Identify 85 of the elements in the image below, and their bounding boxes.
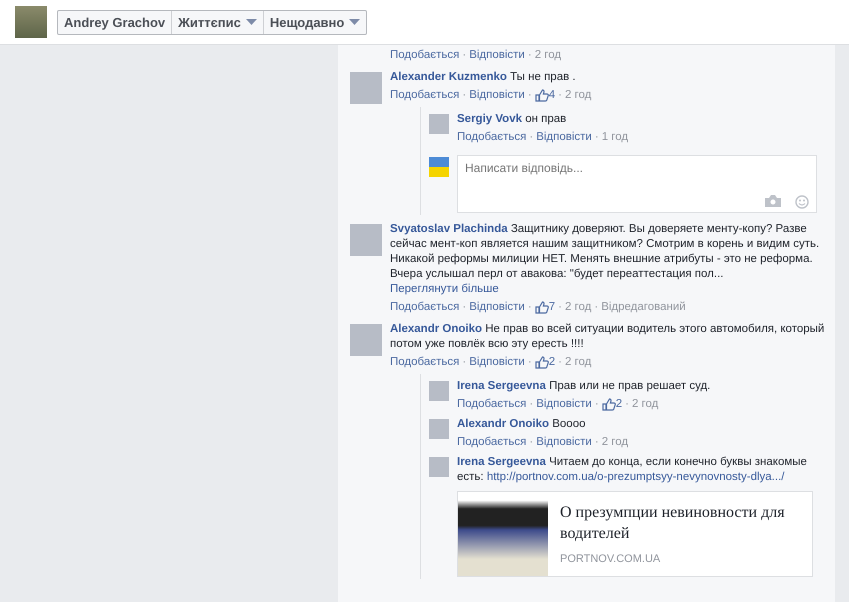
camera-icon[interactable] <box>765 195 781 207</box>
separator: · <box>528 48 532 63</box>
separator: · <box>558 300 562 315</box>
reply-link[interactable]: Відповісти <box>469 88 525 103</box>
comment-text: Alexandr Onoiko Boooo <box>457 417 586 432</box>
like-link[interactable]: Подобається <box>390 88 460 103</box>
reply-link[interactable]: Відповісти <box>469 48 525 63</box>
like-link[interactable]: Подобається <box>390 355 460 370</box>
see-more-link[interactable]: Переглянути більше <box>390 283 499 295</box>
profile-name-button[interactable]: Andrey Grachov <box>58 10 172 34</box>
author-link[interactable]: Irena Sergeevna <box>457 380 546 392</box>
comment-text: Sergiy Vovk он прав <box>457 112 568 127</box>
thumbs-up-icon[interactable] <box>534 356 549 369</box>
like-count[interactable]: 7 <box>548 300 556 315</box>
comment-text: Alexander Kuzmenko Ты не прав . <box>390 70 577 85</box>
caret-icon <box>246 19 257 25</box>
avatar-photo[interactable] <box>429 457 449 477</box>
like-count[interactable]: 2 <box>616 397 622 412</box>
like-count[interactable]: 4 <box>548 88 556 103</box>
separator: · <box>528 355 532 370</box>
reply-link[interactable]: Відповісти <box>536 397 592 412</box>
timestamp[interactable]: 2 год <box>564 300 592 315</box>
author-link[interactable]: Alexandr Onoiko <box>390 323 482 335</box>
separator: · <box>594 435 599 450</box>
author-link[interactable]: Alexandr Onoiko <box>457 418 550 430</box>
timestamp[interactable]: 2 год <box>602 435 628 450</box>
thumbs-up-icon[interactable] <box>534 89 549 102</box>
separator: · <box>462 300 466 315</box>
thumbs-up-icon[interactable] <box>602 398 616 411</box>
author-link[interactable]: Alexander Kuzmenko <box>390 71 507 83</box>
separator: · <box>594 397 599 412</box>
separator: · <box>558 355 562 370</box>
comment-text: Svyatoslav Plachinda Защитнику доверяют. Вы доверяете менту-копу? Разве сейчас мент-коп является нашим защитником? Смотрим в корень и видим суть. Никакой реформы милиции НЕТ. Менять внешние атрибуты - это не реформа. Вчера услышал перл от авакова: "будет переаттестация пол... Переглянути більше <box>390 222 820 297</box>
like-link[interactable]: Подобається <box>457 397 526 412</box>
avatar-photo <box>429 157 449 177</box>
timestamp[interactable]: 2 год <box>564 355 592 370</box>
author-link[interactable]: Svyatoslav Plachinda <box>390 223 508 235</box>
thumbs-up-icon[interactable] <box>534 301 549 314</box>
like-link[interactable]: Подобається <box>457 435 526 450</box>
reply-link[interactable]: Відповісти <box>536 435 592 450</box>
comment-text: Irena Sergeevna Прав или не прав решает суд. <box>457 379 712 394</box>
avatar-photo[interactable] <box>429 419 449 439</box>
avatar-photo[interactable] <box>429 114 449 134</box>
separator: · <box>529 435 534 450</box>
separator: · <box>594 300 598 315</box>
avatar-photo[interactable] <box>350 224 382 256</box>
profile-photo[interactable] <box>15 6 47 38</box>
avatar-photo[interactable] <box>429 381 449 401</box>
comment-text: Alexandr Onoiko Не прав во всей ситуации водитель этого автомобиля, который потом уже повлёк всю эту ересть !!!! <box>390 322 826 352</box>
separator: · <box>528 300 532 315</box>
separator: · <box>462 355 466 370</box>
caret-icon <box>349 19 360 25</box>
avatar-photo[interactable] <box>350 72 382 104</box>
timestamp[interactable]: 2 год <box>534 48 562 63</box>
like-link[interactable]: Подобається <box>390 300 460 315</box>
timestamp[interactable]: 2 год <box>564 88 592 103</box>
url-link[interactable]: http://portnov.com.ua/o-prezumptsyy-nevynovnosty-dlya.../ <box>486 471 784 483</box>
separator: · <box>529 130 534 145</box>
timestamp[interactable]: 2 год <box>632 397 658 412</box>
like-count[interactable]: 2 <box>548 355 556 370</box>
edited-label[interactable]: Відредагований <box>601 300 686 315</box>
separator: · <box>528 88 532 103</box>
reply-link[interactable]: Відповісти <box>469 355 525 370</box>
dropdown-button[interactable]: Життєпис <box>171 10 263 34</box>
like-link[interactable]: Подобається <box>457 130 526 145</box>
dropdown-button[interactable]: Нещодавно <box>262 10 366 34</box>
author-link[interactable]: Irena Sergeevna <box>457 456 546 468</box>
reply-link[interactable]: Відповісти <box>469 300 525 315</box>
like-link[interactable]: Подобається <box>390 48 460 63</box>
smiley-icon[interactable] <box>795 195 809 209</box>
separator: · <box>462 48 466 63</box>
separator: · <box>625 397 629 412</box>
comment-text: Irena Sergeevna Читаем до конца, если конечно буквы знакомые есть: http://portnov.com.ua/o-prezumptsyy-nevynovnosty-dlya.../ <box>457 455 808 485</box>
reply-link[interactable]: Відповісти <box>536 130 592 145</box>
reply-field[interactable]: Написати відповідь... <box>457 155 817 213</box>
separator: · <box>558 88 562 103</box>
link-preview-card[interactable]: О презумпции невиновности для водителей PORTNOV.COM.UA <box>457 491 813 577</box>
separator: · <box>594 130 599 145</box>
timestamp[interactable]: 1 год <box>602 130 628 145</box>
preview-title: О презумпции невиновности для водителей <box>560 503 786 544</box>
avatar-photo[interactable] <box>350 324 382 356</box>
author-link[interactable]: Sergiy Vovk <box>457 113 522 125</box>
separator: · <box>529 397 534 412</box>
preview-domain: PORTNOV.COM.UA <box>560 552 662 567</box>
separator: · <box>462 88 466 103</box>
